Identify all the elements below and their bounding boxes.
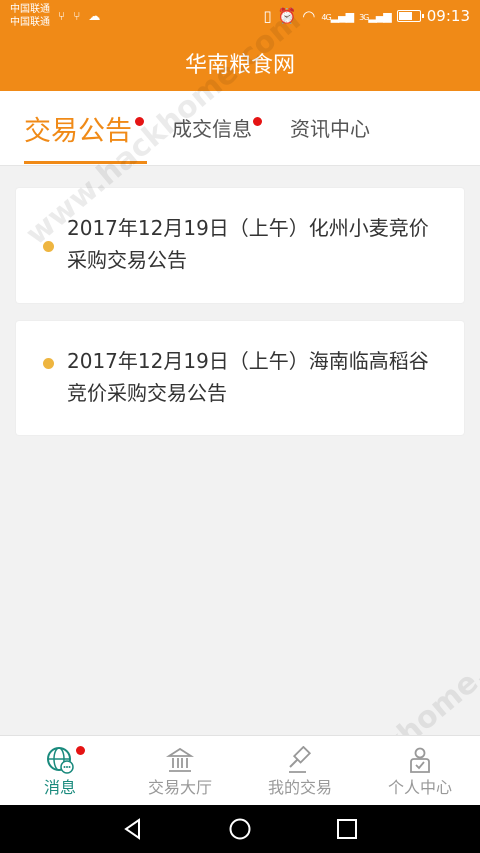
page-title: 华南粮食网 <box>184 52 295 78</box>
tab-label: 资讯中心 <box>290 117 370 141</box>
app-bar: 华南粮食网 <box>0 34 480 91</box>
user-icon <box>410 747 430 773</box>
signal-icon-2: 3G▂▄▆ <box>359 9 392 23</box>
cloud-icon: ☁ <box>88 9 101 23</box>
tab-label: 交易公告 <box>24 116 132 147</box>
home-icon[interactable] <box>228 817 252 841</box>
bullet-dot <box>43 241 54 252</box>
usb-icon: ⑂ <box>73 9 81 23</box>
tab-deal-info[interactable]: 成交信息 <box>172 113 262 142</box>
carrier-1: 中国联通 <box>10 4 50 15</box>
nav-label: 消息 <box>43 778 76 797</box>
announcement-title: 2017年12月19日（上午）化州小麦竞价采购交易公告 <box>67 216 429 272</box>
recent-apps-icon[interactable] <box>335 817 359 841</box>
carrier-2: 中国联通 <box>10 17 50 28</box>
nav-label: 个人中心 <box>387 778 452 797</box>
clock: 09:13 <box>426 7 470 25</box>
nav-label: 我的交易 <box>267 778 332 797</box>
bottom-nav: 消息 交易大厅 我的交易 个人中心 <box>0 735 480 805</box>
announcement-list: 2017年12月19日（上午）化州小麦竞价采购交易公告 2017年12月19日（… <box>0 166 480 735</box>
bullet-dot <box>43 358 54 369</box>
badge-dot <box>135 117 144 126</box>
list-item[interactable]: 2017年12月19日（上午）海南临高稻谷竞价采购交易公告 <box>16 321 464 435</box>
nav-personal-center[interactable]: 个人中心 <box>360 736 480 806</box>
vibrate-icon: ▯ <box>263 7 272 25</box>
badge-dot <box>253 117 262 126</box>
tab-bar: 交易公告 成交信息 资讯中心 <box>0 91 480 166</box>
list-item[interactable]: 2017年12月19日（上午）化州小麦竞价采购交易公告 <box>16 188 464 303</box>
nav-label: 交易大厅 <box>147 778 212 797</box>
announcement-title: 2017年12月19日（上午）海南临高稻谷竞价采购交易公告 <box>67 349 429 405</box>
system-nav-bar <box>0 805 480 853</box>
tab-label: 成交信息 <box>172 117 252 141</box>
badge-dot <box>76 746 85 755</box>
tab-news-center[interactable]: 资讯中心 <box>290 113 370 142</box>
alarm-icon: ⏰ <box>277 7 297 25</box>
back-icon[interactable] <box>121 817 145 841</box>
nav-trading-hall[interactable]: 交易大厅 <box>120 736 240 806</box>
tab-trade-announcements[interactable]: 交易公告 <box>24 109 144 148</box>
signal-icon-1: 4G▂▄▆ <box>321 9 354 23</box>
message-globe-icon <box>47 747 74 774</box>
status-bar: 中国联通 中国联通 ⑂ ⑂ ☁ ▯ ⏰ ◠ 4G▂▄▆ 3G▂▄▆ 09:13 <box>0 0 480 34</box>
nav-my-trades[interactable]: 我的交易 <box>240 736 360 806</box>
battery-icon <box>396 10 424 22</box>
gavel-icon <box>289 746 312 773</box>
tab-active-indicator <box>24 161 147 164</box>
wifi-icon: ◠ <box>302 7 316 25</box>
bank-hall-icon <box>166 747 194 772</box>
nav-messages[interactable]: 消息 <box>0 736 120 806</box>
carrier-info: 中国联通 中国联通 <box>10 3 50 29</box>
usb-icon: ⑂ <box>58 9 66 23</box>
